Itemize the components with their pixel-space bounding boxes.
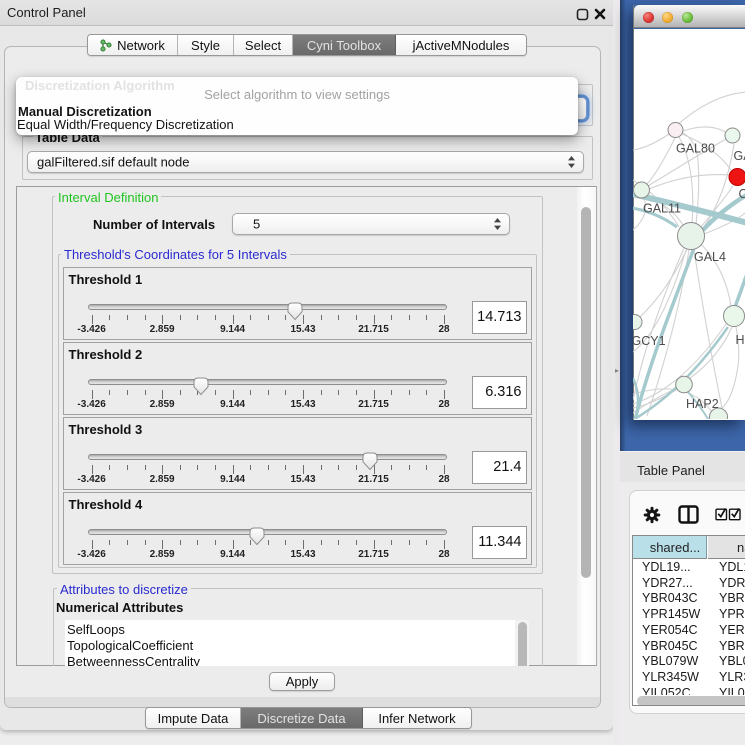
svg-text:HAP2: HAP2 [686,397,719,411]
svg-text:GCY1: GCY1 [633,334,666,348]
svg-text:GAL80: GAL80 [676,142,715,156]
svg-text:GA: GA [734,149,745,163]
svg-text:C: C [739,187,745,201]
svg-text:GAL4: GAL4 [694,250,726,264]
svg-text:GAL11: GAL11 [643,202,681,216]
svg-text:H: H [736,333,745,347]
